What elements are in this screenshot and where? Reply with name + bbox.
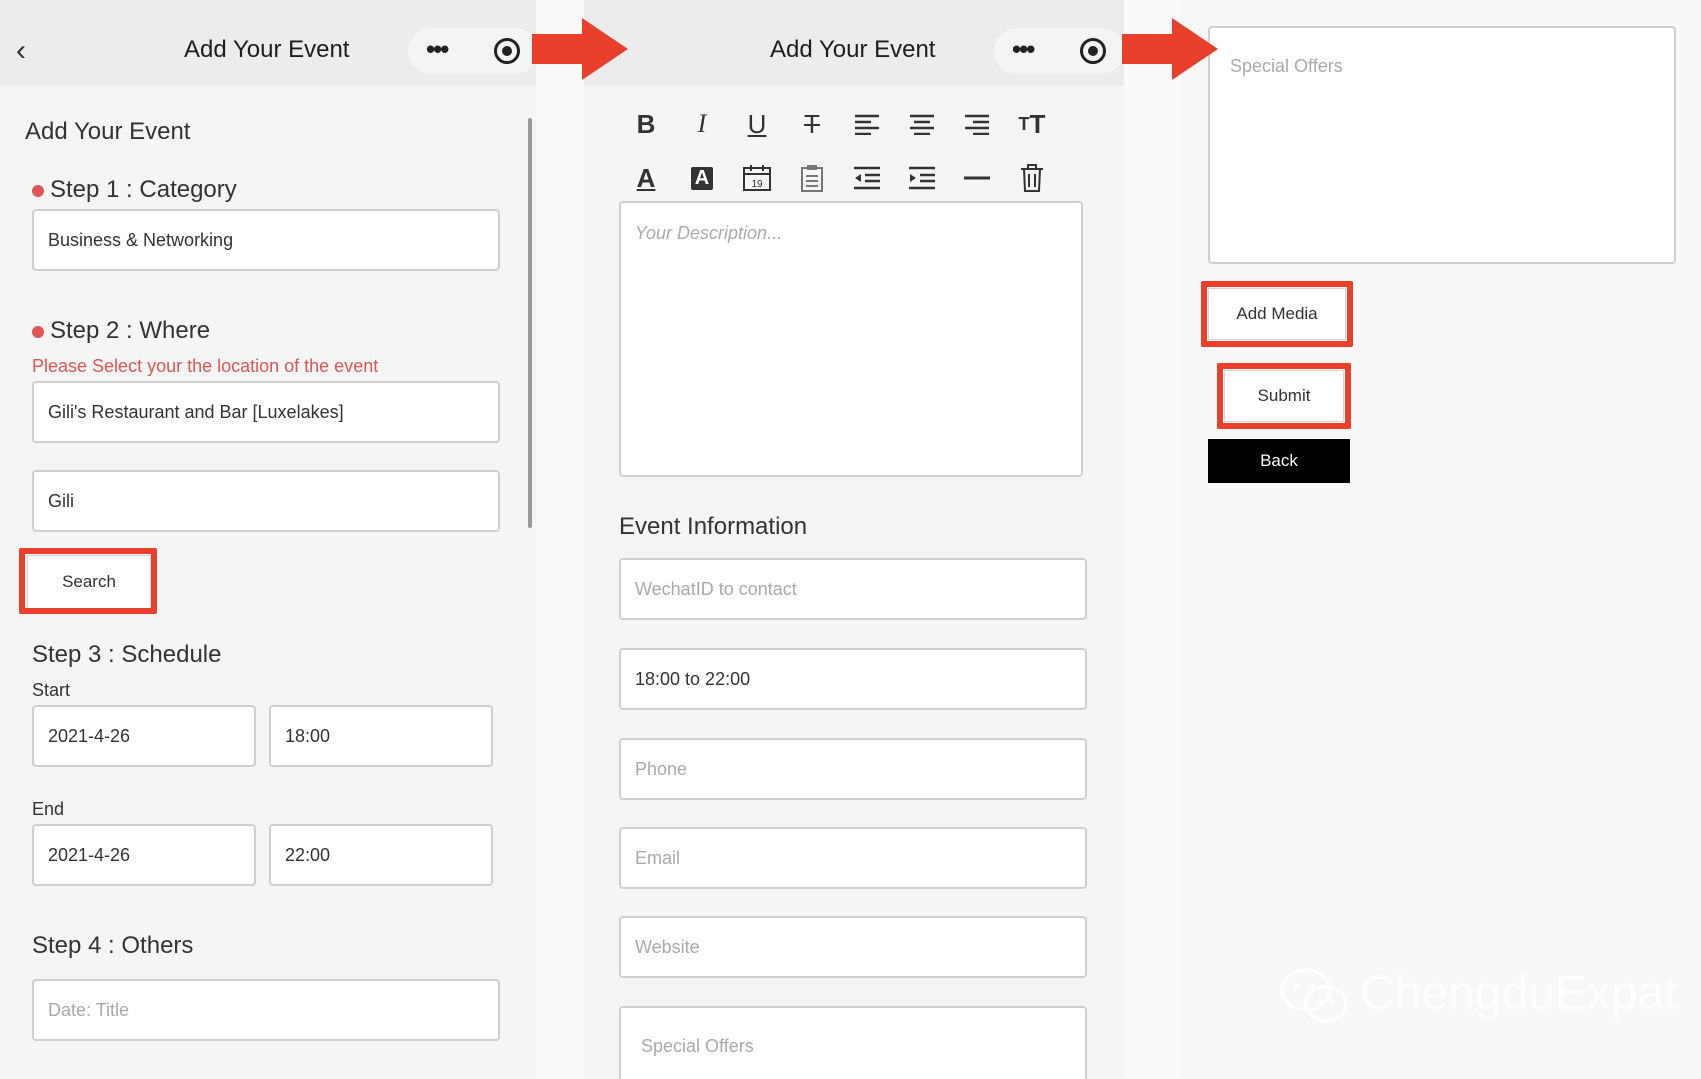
start-date-field[interactable]: 2021-4-26 — [32, 705, 256, 767]
underline-icon[interactable]: U — [739, 106, 775, 142]
step2-label: Step 2 : Where — [50, 317, 211, 344]
align-left-icon[interactable] — [849, 106, 885, 142]
highlight-box — [19, 548, 157, 614]
highlight-box — [1217, 363, 1351, 429]
highlight-color-icon[interactable]: A — [684, 160, 720, 196]
outdent-icon[interactable] — [849, 160, 885, 196]
back-button[interactable]: Back — [1208, 439, 1350, 483]
mini-program-capsule: ••• — [994, 28, 1124, 74]
wechat-id-input[interactable]: WechatID to contact — [619, 558, 1087, 620]
step1-label: Step 1 : Category — [50, 176, 237, 203]
indent-icon[interactable] — [904, 160, 940, 196]
text-color-icon[interactable]: A — [628, 160, 664, 196]
end-label: End — [32, 799, 65, 819]
panel-submit: Special Offers Add Media Submit Back — [1180, 0, 1701, 1079]
highlight-box — [1201, 281, 1353, 347]
time-range-field[interactable]: 18:00 to 22:00 — [619, 648, 1087, 710]
more-options-icon[interactable]: ••• — [1012, 34, 1035, 65]
arrow-right-icon — [1122, 18, 1218, 80]
special-offers-placeholder: Special Offers — [641, 1036, 754, 1056]
required-dot-icon — [32, 185, 44, 197]
end-date-field[interactable]: 2021-4-26 — [32, 824, 256, 886]
watermark-text: ChengduExpat — [1360, 967, 1678, 1020]
close-record-icon[interactable] — [494, 38, 520, 64]
description-placeholder: Your Description... — [635, 223, 783, 243]
nav-bar: Add Your Event ••• — [584, 0, 1124, 86]
special-offers-placeholder: Special Offers — [1230, 56, 1343, 76]
wechat-logo-icon — [1280, 968, 1348, 1023]
step3-label: Step 3 : Schedule — [32, 641, 222, 668]
calendar-icon[interactable]: 19 — [739, 160, 775, 196]
phone-input[interactable]: Phone — [619, 738, 1087, 800]
strikethrough-icon[interactable]: T — [794, 106, 830, 142]
panel-gap — [1124, 0, 1180, 1079]
align-center-icon[interactable] — [904, 106, 940, 142]
bold-icon[interactable]: B — [628, 106, 664, 142]
horizontal-rule-icon[interactable] — [959, 160, 995, 196]
panel-gap — [536, 0, 584, 1079]
website-input[interactable]: Website — [619, 916, 1087, 978]
end-time-field[interactable]: 22:00 — [269, 824, 493, 886]
event-title-input[interactable]: Date: Title — [32, 979, 500, 1041]
location-hint: Please Select your the location of the e… — [32, 356, 379, 376]
location-field[interactable]: Gili's Restaurant and Bar [Luxelakes] — [32, 381, 500, 443]
close-record-icon[interactable] — [1080, 38, 1106, 64]
trash-icon[interactable] — [1014, 160, 1050, 196]
page-heading: Add Your Event — [25, 118, 191, 145]
nav-title: Add Your Event — [770, 36, 936, 63]
italic-icon[interactable]: I — [684, 106, 720, 142]
arrow-right-icon — [532, 18, 628, 80]
start-label: Start — [32, 680, 71, 700]
font-size-icon[interactable]: TT — [1014, 106, 1050, 142]
more-options-icon[interactable]: ••• — [426, 34, 449, 65]
email-input[interactable]: Email — [619, 827, 1087, 889]
scrollbar[interactable] — [528, 118, 532, 528]
special-offers-input[interactable]: Special Offers — [619, 1006, 1087, 1079]
clipboard-icon[interactable] — [794, 160, 830, 196]
nav-title: Add Your Event — [184, 36, 350, 63]
mini-program-capsule: ••• — [408, 28, 536, 74]
panel-description-form: Add Your Event ••• B I U T TT A A 19 You… — [584, 0, 1124, 1079]
svg-text:19: 19 — [751, 179, 763, 190]
start-time-field[interactable]: 18:00 — [269, 705, 493, 767]
location-search-input[interactable]: Gili — [32, 470, 500, 532]
back-chevron-icon[interactable]: ‹ — [16, 34, 26, 68]
nav-bar: ‹ Add Your Event ••• — [0, 0, 536, 86]
special-offers-input[interactable]: Special Offers — [1208, 26, 1676, 264]
category-field[interactable]: Business & Networking — [32, 209, 500, 271]
align-right-icon[interactable] — [959, 106, 995, 142]
step4-label: Step 4 : Others — [32, 932, 194, 959]
event-info-heading: Event Information — [619, 513, 808, 540]
description-editor[interactable]: Your Description... — [619, 201, 1083, 477]
panel-step-form: ‹ Add Your Event ••• Add Your Event Step… — [0, 0, 536, 1079]
required-dot-icon — [32, 326, 44, 338]
